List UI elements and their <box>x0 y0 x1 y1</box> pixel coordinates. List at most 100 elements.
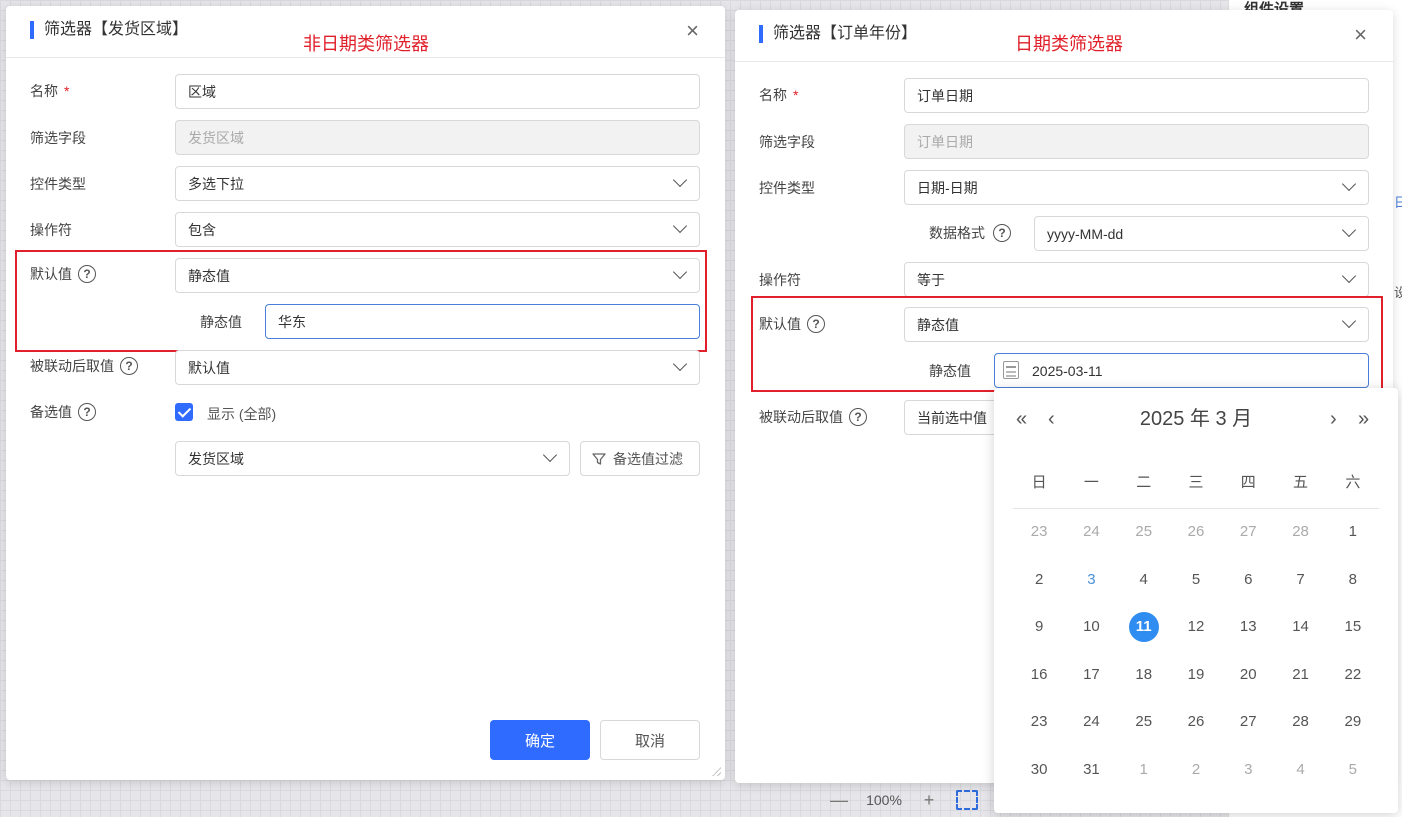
close-icon[interactable]: × <box>686 20 699 42</box>
calendar-weekdays: 日 一 二 三 四 五 六 <box>1013 468 1379 498</box>
calendar-day[interactable]: 13 <box>1222 612 1274 642</box>
calendar-day[interactable]: 24 <box>1065 707 1117 737</box>
operator-select[interactable]: 包含 <box>175 212 700 247</box>
ok-button[interactable]: 确定 <box>490 720 590 760</box>
calendar-day[interactable]: 24 <box>1065 517 1117 547</box>
zoom-level: 100% <box>866 792 902 808</box>
next-year-icon[interactable]: » <box>1358 406 1369 432</box>
zoom-out-button[interactable]: — <box>828 790 850 811</box>
calendar-day[interactable]: 1 <box>1327 517 1379 547</box>
calendar-day[interactable]: 23 <box>1013 517 1065 547</box>
calendar-day[interactable]: 4 <box>1118 565 1170 595</box>
control-type-label: 控件类型 <box>30 176 86 192</box>
operator-label: 操作符 <box>759 272 801 288</box>
static-value-input[interactable]: 华东 <box>265 304 700 339</box>
calendar-day[interactable]: 31 <box>1065 755 1117 785</box>
prev-month-icon[interactable]: ‹ <box>1048 406 1055 432</box>
show-all-checkbox[interactable] <box>175 403 193 421</box>
candidate-source-select[interactable]: 发货区域 <box>175 441 570 476</box>
calendar-day[interactable]: 30 <box>1013 755 1065 785</box>
resize-handle[interactable] <box>711 766 721 776</box>
help-icon[interactable]: ? <box>849 408 867 426</box>
selected-day-marker: 11 <box>1128 612 1159 642</box>
filter-field-label: 筛选字段 <box>30 130 86 146</box>
data-format-select[interactable]: yyyy-MM-dd <box>1034 216 1369 251</box>
calendar-day[interactable]: 20 <box>1222 660 1274 690</box>
operator-select[interactable]: 等于 <box>904 262 1369 297</box>
chevron-down-icon <box>1341 268 1357 284</box>
required-mark: * <box>793 87 799 103</box>
calendar-day[interactable]: 22 <box>1327 660 1379 690</box>
next-month-icon[interactable]: › <box>1330 406 1337 432</box>
control-type-select[interactable]: 多选下拉 <box>175 166 700 201</box>
filter-icon <box>592 452 606 465</box>
name-input[interactable]: 订单日期 <box>904 78 1369 113</box>
calendar-day[interactable]: 26 <box>1170 517 1222 547</box>
calendar-day[interactable]: 11 <box>1118 612 1170 642</box>
calendar-day[interactable]: 5 <box>1170 565 1222 595</box>
default-value-label: 默认值? <box>759 314 825 334</box>
calendar-week-row: 9 10 11 12 13 14 15 <box>1013 612 1379 642</box>
calendar-day[interactable]: 2 <box>1170 755 1222 785</box>
calendar-week-row: 2345678 <box>1013 565 1379 595</box>
cancel-button[interactable]: 取消 <box>600 720 700 760</box>
calendar-day[interactable]: 15 <box>1327 612 1379 642</box>
weekday-label: 五 <box>1293 474 1309 491</box>
default-value-label: 默认值? <box>30 264 96 284</box>
calendar-day[interactable]: 18 <box>1118 660 1170 690</box>
linked-value-select[interactable]: 默认值 <box>175 350 700 385</box>
calendar-day[interactable]: 10 <box>1065 612 1117 642</box>
calendar-day[interactable]: 3 <box>1222 755 1274 785</box>
chevron-down-icon <box>672 356 688 372</box>
help-icon[interactable]: ? <box>78 403 96 421</box>
operator-label: 操作符 <box>30 222 72 238</box>
help-icon[interactable]: ? <box>78 265 96 283</box>
calendar-day[interactable]: 14 <box>1274 612 1326 642</box>
calendar-day[interactable]: 26 <box>1170 707 1222 737</box>
calendar-day[interactable]: 29 <box>1327 707 1379 737</box>
default-value-select[interactable]: 静态值 <box>904 307 1369 342</box>
calendar-day[interactable]: 28 <box>1274 707 1326 737</box>
calendar-day[interactable]: 5 <box>1327 755 1379 785</box>
calendar-day[interactable]: 23 <box>1013 707 1065 737</box>
calendar-divider <box>1013 508 1379 509</box>
help-icon[interactable]: ? <box>993 224 1011 242</box>
fit-screen-icon[interactable] <box>956 790 978 810</box>
calendar-day[interactable]: 2 <box>1013 565 1065 595</box>
calendar-day[interactable]: 12 <box>1170 612 1222 642</box>
control-type-select[interactable]: 日期-日期 <box>904 170 1369 205</box>
calendar-day[interactable]: 19 <box>1170 660 1222 690</box>
calendar-week-row: 16 17 18 19 20 21 22 <box>1013 660 1379 690</box>
calendar-week-row: 23 24 25 26 27 28 29 <box>1013 707 1379 737</box>
help-icon[interactable]: ? <box>120 357 138 375</box>
help-icon[interactable]: ? <box>807 315 825 333</box>
name-input[interactable]: 区域 <box>175 74 700 109</box>
dialog-header: 筛选器【发货区域】 非日期类筛选器 × <box>6 6 725 58</box>
candidate-filter-button[interactable]: 备选值过滤 <box>580 441 700 476</box>
calendar-day[interactable]: 28 <box>1274 517 1326 547</box>
calendar-day[interactable]: 3 <box>1065 565 1117 595</box>
calendar-day[interactable]: 8 <box>1327 565 1379 595</box>
calendar-day[interactable]: 7 <box>1274 565 1326 595</box>
calendar-day[interactable]: 25 <box>1118 517 1170 547</box>
calendar-day[interactable]: 1 <box>1118 755 1170 785</box>
calendar-day[interactable]: 16 <box>1013 660 1065 690</box>
name-label: 名称 * <box>30 83 70 99</box>
linked-value-select[interactable]: 当前选中值 <box>904 400 1004 435</box>
prev-year-icon[interactable]: « <box>1016 406 1027 432</box>
dialog-header: 筛选器【订单年份】 日期类筛选器 × <box>735 10 1393 62</box>
default-value-select[interactable]: 静态值 <box>175 258 700 293</box>
calendar-day[interactable]: 9 <box>1013 612 1065 642</box>
date-input[interactable]: 2025-03-11 <box>994 353 1369 388</box>
calendar-day[interactable]: 25 <box>1118 707 1170 737</box>
calendar-day[interactable]: 21 <box>1274 660 1326 690</box>
calendar-day[interactable]: 4 <box>1274 755 1326 785</box>
calendar-day[interactable]: 27 <box>1222 517 1274 547</box>
zoom-in-button[interactable]: + <box>918 790 940 811</box>
calendar-day[interactable]: 17 <box>1065 660 1117 690</box>
static-value-label: 静态值 <box>929 363 971 379</box>
close-icon[interactable]: × <box>1354 24 1367 46</box>
calendar-day[interactable]: 27 <box>1222 707 1274 737</box>
calendar-day[interactable]: 6 <box>1222 565 1274 595</box>
control-type-label: 控件类型 <box>759 180 815 196</box>
